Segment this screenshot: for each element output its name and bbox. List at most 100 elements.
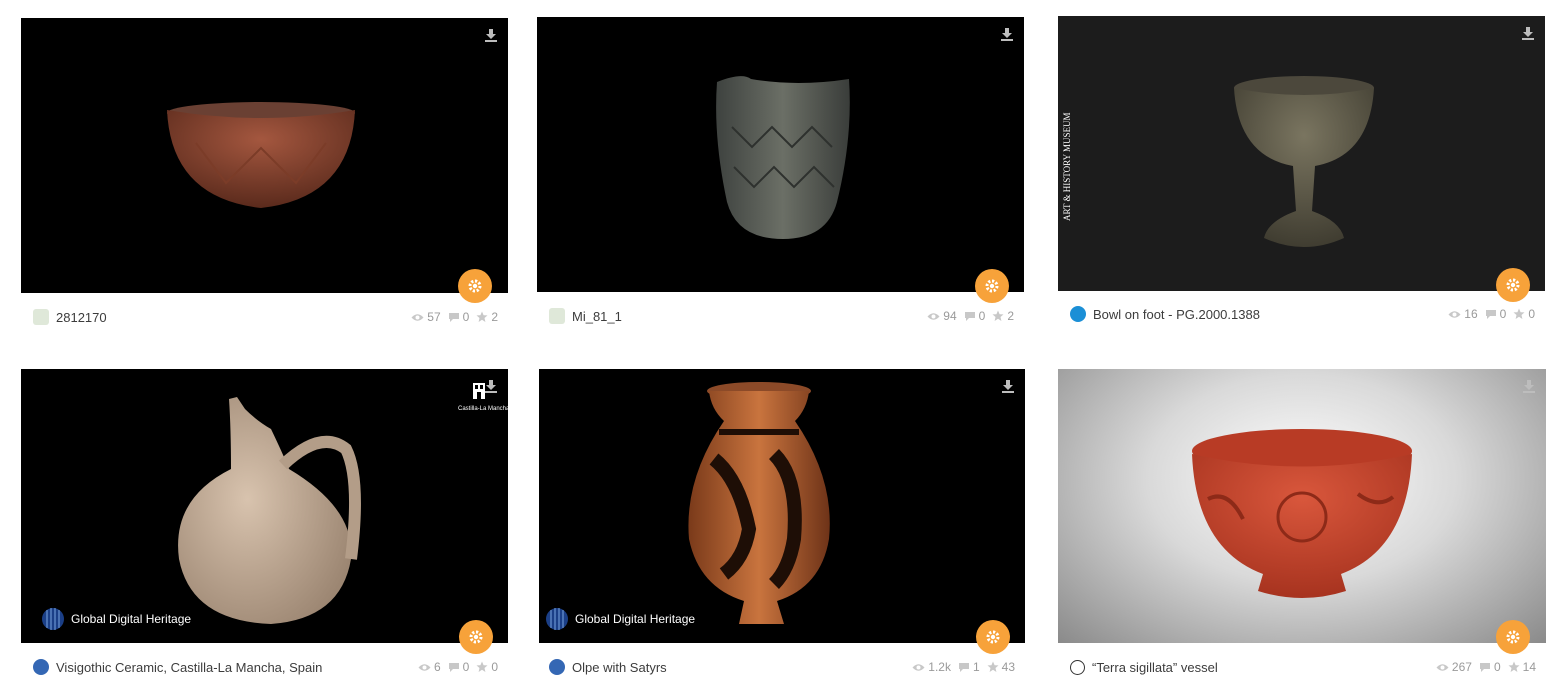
comment-icon xyxy=(1479,662,1490,672)
museum-logo: ART & HISTORY MUSEUM xyxy=(1062,112,1072,221)
model-title[interactable]: Mi_81_1 xyxy=(572,309,622,324)
likes-count: 2 xyxy=(476,310,498,324)
model-stats: 94 0 2 xyxy=(920,309,1014,323)
eye-icon xyxy=(927,312,940,320)
gear-icon xyxy=(1506,278,1520,292)
star-icon xyxy=(476,661,488,672)
likes-count: 2 xyxy=(992,309,1014,323)
bowl-image xyxy=(167,102,355,208)
settings-button[interactable] xyxy=(459,620,493,654)
model-card: ART & HISTORY MUSEUM Bowl on foot - PG.2… xyxy=(1058,16,1545,336)
download-icon[interactable] xyxy=(484,28,498,42)
user-avatar[interactable] xyxy=(1070,659,1085,675)
model-stats: 1.2k 1 43 xyxy=(905,660,1015,674)
download-icon[interactable] xyxy=(1001,379,1015,393)
model-title[interactable]: “Terra sigillata” vessel xyxy=(1092,660,1218,675)
user-avatar[interactable] xyxy=(33,309,49,325)
model-stats: 6 0 0 xyxy=(411,660,498,674)
model-thumbnail[interactable] xyxy=(1058,369,1546,643)
views-count: 57 xyxy=(411,310,441,324)
eye-icon xyxy=(1448,310,1461,318)
model-meta: Olpe with Satyrs 1.2k 1 43 xyxy=(549,657,1015,677)
download-icon[interactable] xyxy=(484,379,498,393)
star-icon xyxy=(476,311,488,322)
model-title[interactable]: Bowl on foot - PG.2000.1388 xyxy=(1093,307,1260,322)
comment-icon xyxy=(964,311,975,321)
globe-icon xyxy=(42,608,64,630)
settings-button[interactable] xyxy=(976,620,1010,654)
model-title[interactable]: 2812170 xyxy=(56,310,107,325)
likes-count: 0 xyxy=(476,660,498,674)
model-card: 2812170 57 0 2 xyxy=(21,18,508,338)
model-thumbnail[interactable]: Global Digital Heritage xyxy=(539,369,1025,643)
settings-button[interactable] xyxy=(975,269,1009,303)
model-stats: 267 0 14 xyxy=(1429,660,1536,674)
gear-icon xyxy=(986,630,1000,644)
comments-count: 0 xyxy=(1485,307,1506,321)
eye-icon xyxy=(1436,663,1449,671)
terra-sigillata-bowl-image xyxy=(1192,429,1412,598)
views-count: 1.2k xyxy=(912,660,951,674)
model-meta: 2812170 57 0 2 xyxy=(33,307,498,327)
model-meta: Visigothic Ceramic, Castilla-La Mancha, … xyxy=(33,657,498,677)
star-icon xyxy=(1513,308,1525,319)
model-thumbnail[interactable]: ART & HISTORY MUSEUM xyxy=(1058,16,1545,291)
star-icon xyxy=(992,310,1004,321)
olpe-vase-image xyxy=(688,382,830,624)
globe-icon xyxy=(546,608,568,630)
eye-icon xyxy=(912,663,925,671)
model-title[interactable]: Visigothic Ceramic, Castilla-La Mancha, … xyxy=(56,660,322,675)
gear-icon xyxy=(1506,630,1520,644)
model-card: “Terra sigillata” vessel 267 0 14 xyxy=(1058,369,1546,688)
likes-count: 14 xyxy=(1508,660,1536,674)
user-avatar[interactable] xyxy=(549,308,565,324)
views-count: 16 xyxy=(1448,307,1478,321)
model-meta: Bowl on foot - PG.2000.1388 16 0 0 xyxy=(1070,304,1535,324)
model-stats: 57 0 2 xyxy=(404,310,498,324)
model-title[interactable]: Olpe with Satyrs xyxy=(572,660,667,675)
museum-avatar[interactable] xyxy=(1070,306,1086,322)
settings-button[interactable] xyxy=(1496,268,1530,302)
comment-icon xyxy=(958,662,969,672)
model-thumbnail[interactable] xyxy=(21,18,508,293)
comments-count: 1 xyxy=(958,660,980,674)
comments-count: 0 xyxy=(448,310,469,324)
settings-button[interactable] xyxy=(458,269,492,303)
jug-image xyxy=(178,397,361,624)
model-thumbnail[interactable]: Castilla-La Mancha Global Digital Herita… xyxy=(21,369,508,643)
gear-icon xyxy=(468,279,482,293)
comment-icon xyxy=(448,312,459,322)
comment-icon xyxy=(448,662,459,672)
model-stats: 16 0 0 xyxy=(1441,307,1535,321)
svg-text:ART & HISTORY MUSEUM: ART & HISTORY MUSEUM xyxy=(1062,112,1072,221)
download-icon[interactable] xyxy=(1000,27,1014,41)
eye-icon xyxy=(411,313,424,321)
comments-count: 0 xyxy=(448,660,469,674)
star-icon xyxy=(987,661,999,672)
star-icon xyxy=(1508,661,1520,672)
views-count: 267 xyxy=(1436,660,1472,674)
download-icon[interactable] xyxy=(1521,26,1535,40)
comment-icon xyxy=(1485,309,1496,319)
global-digital-heritage-logo: Global Digital Heritage xyxy=(545,607,695,631)
gear-icon xyxy=(985,279,999,293)
user-avatar[interactable] xyxy=(549,659,565,675)
model-card: Global Digital Heritage Olpe with Satyrs… xyxy=(539,369,1025,688)
download-icon[interactable] xyxy=(1522,379,1536,393)
comments-count: 0 xyxy=(1479,660,1501,674)
views-count: 94 xyxy=(927,309,957,323)
views-count: 6 xyxy=(418,660,441,674)
model-card: Mi_81_1 94 0 2 xyxy=(537,17,1024,337)
goblet-image xyxy=(1234,76,1374,247)
eye-icon xyxy=(418,663,431,671)
beaker-image xyxy=(716,76,850,239)
model-meta: “Terra sigillata” vessel 267 0 14 xyxy=(1070,657,1536,677)
user-avatar[interactable] xyxy=(33,659,49,675)
settings-button[interactable] xyxy=(1496,620,1530,654)
global-digital-heritage-logo: Global Digital Heritage xyxy=(41,607,191,631)
likes-count: 0 xyxy=(1513,307,1535,321)
model-card: Castilla-La Mancha Global Digital Herita… xyxy=(21,369,508,688)
comments-count: 0 xyxy=(964,309,985,323)
gear-icon xyxy=(469,630,483,644)
model-thumbnail[interactable] xyxy=(537,17,1024,292)
